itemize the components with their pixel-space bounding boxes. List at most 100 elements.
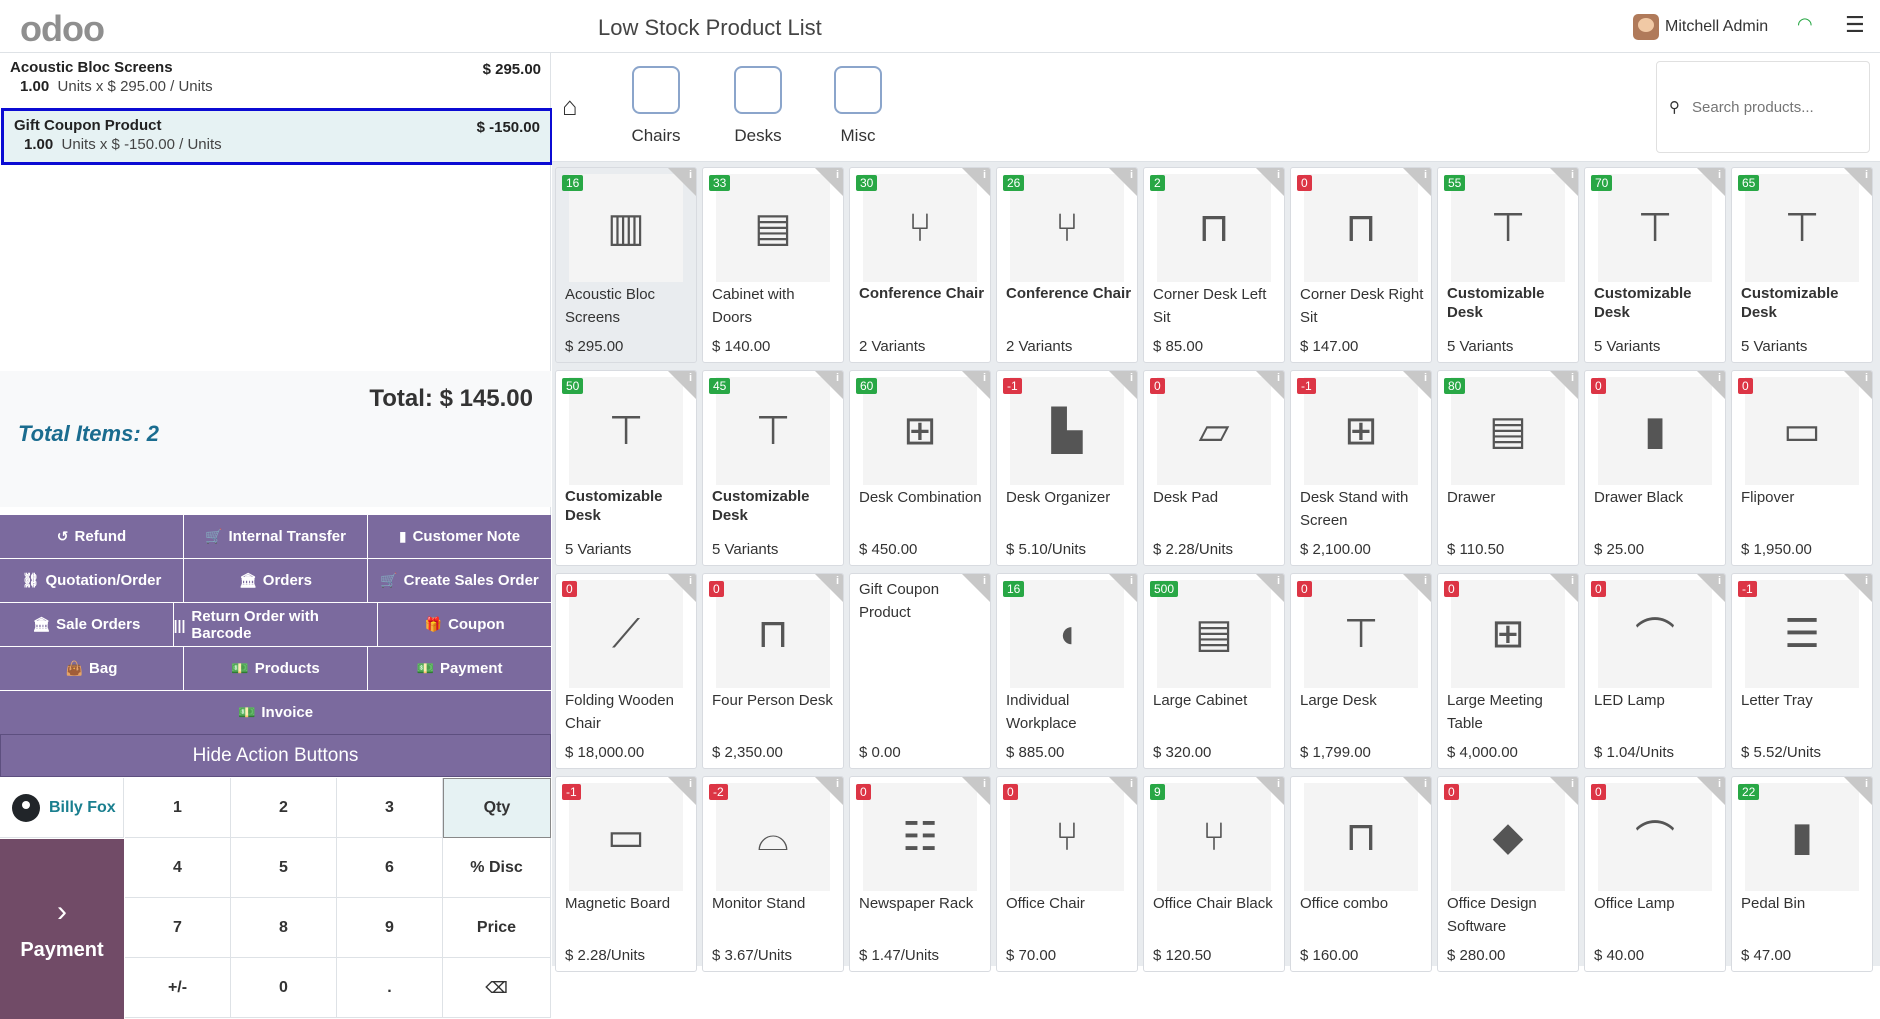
product-card[interactable]: ▤ 500 i Large Cabinet $ 320.00 (1143, 573, 1285, 769)
category-desks[interactable]: Desks (718, 66, 798, 146)
product-card[interactable]: ⑂ 26 i Conference Chair 2 Variants (996, 167, 1138, 363)
product-card[interactable]: ▱ 0 i Desk Pad $ 2.28/Units (1143, 370, 1285, 566)
info-icon[interactable]: i (1865, 778, 1868, 790)
product-card[interactable]: ⊤ 70 i Customizable Desk 5 Variants (1584, 167, 1726, 363)
info-icon[interactable]: i (1718, 169, 1721, 181)
home-icon[interactable]: ⌂ (562, 91, 578, 122)
numpad-key[interactable]: Price (443, 898, 551, 958)
search-input[interactable] (1692, 98, 1852, 116)
info-icon[interactable]: i (689, 372, 692, 384)
numpad-key[interactable]: +/- (125, 958, 231, 1018)
hamburger-menu-icon[interactable]: ☰ (1845, 12, 1865, 38)
refund-button[interactable]: ↺ Refund (0, 515, 184, 558)
product-card[interactable]: ⌓ -2 i Monitor Stand $ 3.67/Units (702, 776, 844, 972)
product-card[interactable]: ◆ 0 i Office Design Software $ 280.00 (1437, 776, 1579, 972)
product-card[interactable]: i Gift Coupon Product $ 0.00 (849, 573, 991, 769)
info-icon[interactable]: i (1571, 778, 1574, 790)
order-line[interactable]: Acoustic Bloc Screens $ 295.00 1.00 Unit… (0, 53, 551, 110)
product-card[interactable]: ⊞ 0 i Large Meeting Table $ 4,000.00 (1437, 573, 1579, 769)
product-card[interactable]: ⊓ 2 i Corner Desk Left Sit $ 85.00 (1143, 167, 1285, 363)
info-icon[interactable]: i (1718, 372, 1721, 384)
info-icon[interactable]: i (1277, 778, 1280, 790)
numpad-key[interactable]: 1 (125, 778, 231, 838)
order-line-selected[interactable]: Gift Coupon Product $ -150.00 1.00 Units… (1, 108, 553, 165)
product-card[interactable]: ⌒ 0 i Office Lamp $ 40.00 (1584, 776, 1726, 972)
info-icon[interactable]: i (1571, 372, 1574, 384)
numpad-key[interactable]: 2 (231, 778, 337, 838)
orders-button[interactable]: 🏛 Orders (184, 559, 368, 602)
info-icon[interactable]: i (983, 169, 986, 181)
bag-button[interactable]: 👜 Bag (0, 647, 184, 690)
product-card[interactable]: ⑂ 30 i Conference Chair 2 Variants (849, 167, 991, 363)
product-card[interactable]: ⊤ 0 i Large Desk $ 1,799.00 (1290, 573, 1432, 769)
product-card[interactable]: ⑂ 9 i Office Chair Black $ 120.50 (1143, 776, 1285, 972)
invoice-button[interactable]: 💵 Invoice (0, 691, 551, 734)
product-card[interactable]: ⊤ 65 i Customizable Desk 5 Variants (1731, 167, 1873, 363)
user-menu[interactable]: Mitchell Admin (1633, 13, 1768, 41)
category-chairs[interactable]: Chairs (616, 66, 696, 146)
info-icon[interactable]: i (1424, 575, 1427, 587)
product-card[interactable]: ⊞ 60 i Desk Combination $ 450.00 (849, 370, 991, 566)
product-card[interactable]: ⟋ 0 i Folding Wooden Chair $ 18,000.00 (555, 573, 697, 769)
info-icon[interactable]: i (1865, 169, 1868, 181)
numpad-key[interactable]: 6 (337, 838, 443, 898)
info-icon[interactable]: i (689, 169, 692, 181)
product-card[interactable]: ▮ 0 i Drawer Black $ 25.00 (1584, 370, 1726, 566)
product-card[interactable]: ◖ 16 i Individual Workplace $ 885.00 (996, 573, 1138, 769)
payment-button[interactable]: › Payment (0, 839, 124, 1019)
info-icon[interactable]: i (1130, 372, 1133, 384)
sale-orders-button[interactable]: 🏛 Sale Orders (0, 603, 174, 646)
info-icon[interactable]: i (983, 778, 986, 790)
product-card[interactable]: ⌒ 0 i LED Lamp $ 1.04/Units (1584, 573, 1726, 769)
numpad-key[interactable]: 7 (125, 898, 231, 958)
product-card[interactable]: ▮ 22 i Pedal Bin $ 47.00 (1731, 776, 1873, 972)
hide-action-buttons-button[interactable]: Hide Action Buttons (0, 734, 551, 777)
product-card[interactable]: ⊤ 55 i Customizable Desk 5 Variants (1437, 167, 1579, 363)
quotation-order-button[interactable]: ⛓ Quotation/Order (0, 559, 184, 602)
product-card[interactable]: ⊓ 0 i Corner Desk Right Sit $ 147.00 (1290, 167, 1432, 363)
numpad-key[interactable]: . (337, 958, 443, 1018)
info-icon[interactable]: i (1571, 169, 1574, 181)
product-card[interactable]: ▤ 33 i Cabinet with Doors $ 140.00 (702, 167, 844, 363)
product-card[interactable]: ⊓ i Office combo $ 160.00 (1290, 776, 1432, 972)
internal-transfer-button[interactable]: 🛒 Internal Transfer (184, 515, 368, 558)
numpad-key[interactable]: % Disc (443, 838, 551, 898)
info-icon[interactable]: i (689, 778, 692, 790)
numpad-key[interactable]: 0 (231, 958, 337, 1018)
info-icon[interactable]: i (983, 372, 986, 384)
payment-button[interactable]: 💵 Payment (368, 647, 551, 690)
customer-note-button[interactable]: ▮ Customer Note (368, 515, 551, 558)
numpad-key[interactable]: 3 (337, 778, 443, 838)
info-icon[interactable]: i (1130, 575, 1133, 587)
info-icon[interactable]: i (1277, 372, 1280, 384)
info-icon[interactable]: i (836, 575, 839, 587)
info-icon[interactable]: i (1865, 575, 1868, 587)
numpad-key[interactable]: Qty (443, 778, 551, 838)
products-button[interactable]: 💵 Products (184, 647, 368, 690)
coupon-button[interactable]: 🎁 Coupon (378, 603, 551, 646)
product-card[interactable]: ▭ 0 i Flipover $ 1,950.00 (1731, 370, 1873, 566)
info-icon[interactable]: i (1130, 169, 1133, 181)
product-card[interactable]: ▭ -1 i Magnetic Board $ 2.28/Units (555, 776, 697, 972)
product-card[interactable]: ⊞ -1 i Desk Stand with Screen $ 2,100.00 (1290, 370, 1432, 566)
numpad-key[interactable]: 9 (337, 898, 443, 958)
numpad-key[interactable]: 8 (231, 898, 337, 958)
product-card[interactable]: ⑂ 0 i Office Chair $ 70.00 (996, 776, 1138, 972)
numpad-key[interactable]: ⌫ (443, 958, 551, 1018)
info-icon[interactable]: i (836, 372, 839, 384)
info-icon[interactable]: i (1424, 372, 1427, 384)
info-icon[interactable]: i (1865, 372, 1868, 384)
product-card[interactable]: ☷ 0 i Newspaper Rack $ 1.47/Units (849, 776, 991, 972)
info-icon[interactable]: i (1277, 169, 1280, 181)
info-icon[interactable]: i (836, 778, 839, 790)
info-icon[interactable]: i (1718, 575, 1721, 587)
product-card[interactable]: ▙ -1 i Desk Organizer $ 5.10/Units (996, 370, 1138, 566)
product-card[interactable]: ⊤ 50 i Customizable Desk 5 Variants (555, 370, 697, 566)
product-card[interactable]: ▤ 80 i Drawer $ 110.50 (1437, 370, 1579, 566)
product-card[interactable]: ▥ 16 i Acoustic Bloc Screens $ 295.00 (555, 167, 697, 363)
info-icon[interactable]: i (1571, 575, 1574, 587)
category-misc[interactable]: Misc (818, 66, 898, 146)
product-card[interactable]: ⊓ 0 i Four Person Desk $ 2,350.00 (702, 573, 844, 769)
product-card[interactable]: ☰ -1 i Letter Tray $ 5.52/Units (1731, 573, 1873, 769)
numpad-key[interactable]: 5 (231, 838, 337, 898)
